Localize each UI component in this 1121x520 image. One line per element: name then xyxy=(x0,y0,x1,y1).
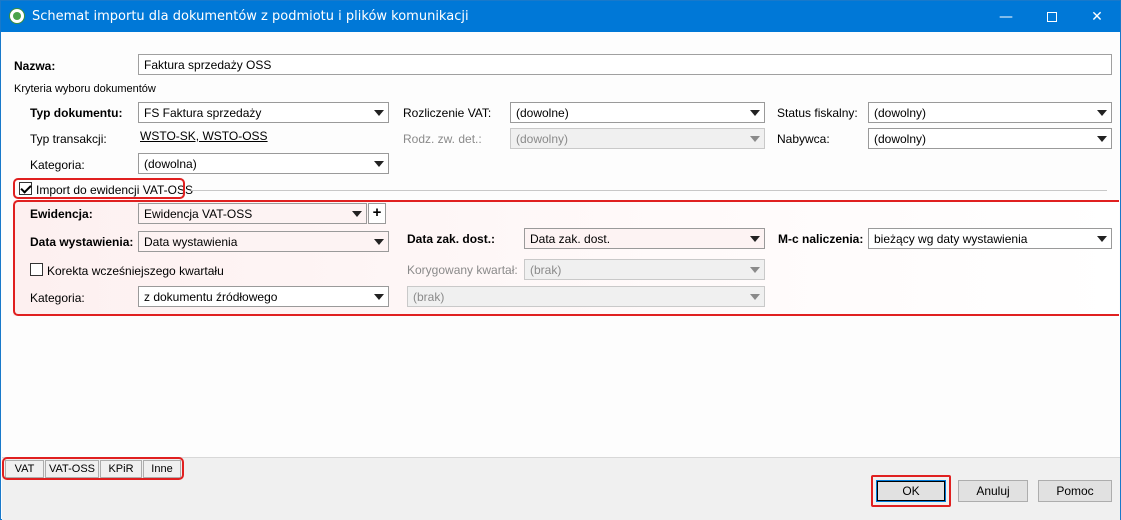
rozliczenie-vat-select[interactable]: (dowolne) xyxy=(510,102,765,123)
data-zak-dost-value: Data zak. dost. xyxy=(530,232,611,246)
data-wystawienia-value: Data wystawienia xyxy=(144,235,238,249)
chevron-down-icon xyxy=(1097,110,1107,116)
kategoria-label: Kategoria: xyxy=(30,158,85,172)
chevron-down-icon xyxy=(750,267,760,273)
korekta-checkbox[interactable] xyxy=(30,263,43,276)
nabywca-select[interactable]: (dowolny) xyxy=(868,128,1112,149)
oss-kategoria-select[interactable]: z dokumentu źródłowego xyxy=(138,286,389,307)
chevron-down-icon xyxy=(750,110,760,116)
chevron-down-icon xyxy=(750,136,760,142)
chevron-down-icon xyxy=(352,211,362,217)
rodz-zw-det-label: Rodz. zw. det.: xyxy=(403,132,482,146)
title-bar[interactable]: Schemat importu dla dokumentów z podmiot… xyxy=(1,1,1120,32)
data-zak-dost-label: Data zak. dost.: xyxy=(407,232,496,246)
typ-transakcji-link[interactable]: WSTO-SK, WSTO-OSS xyxy=(140,129,268,143)
chevron-down-icon xyxy=(1097,236,1107,242)
kategoria-value: (dowolna) xyxy=(144,157,197,171)
minimize-button[interactable]: — xyxy=(983,1,1029,32)
nabywca-label: Nabywca: xyxy=(777,132,830,146)
chevron-down-icon xyxy=(750,236,760,242)
oss-kategoria-extra-select: (brak) xyxy=(407,286,765,307)
tabs-highlight xyxy=(2,457,184,480)
ewidencja-label: Ewidencja: xyxy=(30,207,93,221)
mc-naliczenia-label: M-c naliczenia: xyxy=(778,232,864,246)
typ-dokumentu-value: FS Faktura sprzedaży xyxy=(144,106,262,120)
mc-naliczenia-select[interactable]: bieżący wg daty wystawienia xyxy=(868,228,1112,249)
help-button[interactable]: Pomoc xyxy=(1038,480,1112,502)
mc-naliczenia-value: bieżący wg daty wystawienia xyxy=(874,232,1028,246)
data-wystawienia-select[interactable]: Data wystawienia xyxy=(138,231,389,252)
korekta-label: Korekta wcześniejszego kwartału xyxy=(47,264,224,278)
kategoria-select[interactable]: (dowolna) xyxy=(138,153,389,174)
typ-dokumentu-label: Typ dokumentu: xyxy=(30,106,123,120)
chevron-down-icon xyxy=(374,110,384,116)
data-zak-dost-select[interactable]: Data zak. dost. xyxy=(524,228,765,249)
app-logo-icon xyxy=(9,8,25,24)
close-button[interactable]: ✕ xyxy=(1074,1,1120,32)
korygowany-kwartal-label: Korygowany kwartał: xyxy=(407,263,518,277)
status-fiskalny-value: (dowolny) xyxy=(874,106,927,120)
add-ewidencja-button[interactable]: + xyxy=(368,203,386,224)
maximize-icon xyxy=(1047,11,1057,22)
cancel-button[interactable]: Anuluj xyxy=(958,480,1028,502)
ewidencja-value: Ewidencja VAT-OSS xyxy=(144,207,253,221)
korygowany-kwartal-value: (brak) xyxy=(530,263,562,277)
oss-kategoria-label: Kategoria: xyxy=(30,291,85,305)
data-wystawienia-label: Data wystawienia: xyxy=(30,235,134,249)
kryteria-header: Kryteria wyboru dokumentów xyxy=(14,83,156,95)
nazwa-input[interactable]: Faktura sprzedaży OSS xyxy=(138,54,1112,75)
chevron-down-icon xyxy=(374,239,384,245)
typ-transakcji-label: Typ transakcji: xyxy=(30,132,107,146)
ok-highlight xyxy=(871,475,951,507)
ewidencja-select[interactable]: Ewidencja VAT-OSS xyxy=(138,203,367,224)
nazwa-label: Nazwa: xyxy=(14,59,56,73)
rodz-zw-det-value: (dowolny) xyxy=(516,132,569,146)
section-divider xyxy=(191,190,1107,191)
window-title: Schemat importu dla dokumentów z podmiot… xyxy=(32,9,469,24)
typ-dokumentu-select[interactable]: FS Faktura sprzedaży xyxy=(138,102,389,123)
dialog-window: Schemat importu dla dokumentów z podmiot… xyxy=(0,0,1121,520)
nabywca-value: (dowolny) xyxy=(874,132,927,146)
status-fiskalny-select[interactable]: (dowolny) xyxy=(868,102,1112,123)
rozliczenie-vat-label: Rozliczenie VAT: xyxy=(403,106,492,120)
maximize-button[interactable] xyxy=(1029,1,1075,32)
status-fiskalny-label: Status fiskalny: xyxy=(777,106,858,120)
rodz-zw-det-select: (dowolny) xyxy=(510,128,765,149)
korygowany-kwartal-select: (brak) xyxy=(524,259,765,280)
rozliczenie-vat-value: (dowolne) xyxy=(516,106,569,120)
chevron-down-icon xyxy=(750,294,760,300)
oss-kategoria-extra-value: (brak) xyxy=(413,290,445,304)
oss-kategoria-value: z dokumentu źródłowego xyxy=(144,290,278,304)
chevron-down-icon xyxy=(374,161,384,167)
chevron-down-icon xyxy=(374,294,384,300)
import-oss-highlight xyxy=(13,178,185,199)
chevron-down-icon xyxy=(1097,136,1107,142)
